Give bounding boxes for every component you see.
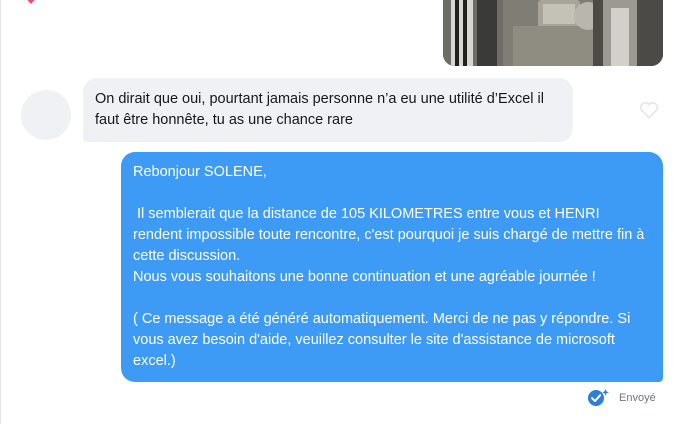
liked-heart-icon[interactable] (24, 0, 38, 4)
status-label: Envoyé (619, 392, 656, 404)
sent-check-icon (588, 388, 609, 406)
message-status: Envoyé (586, 388, 656, 408)
message-paragraph-body: Il semblerait que la distance de 105 KIL… (133, 206, 645, 285)
chat-left-border (0, 0, 1, 424)
shared-photo[interactable] (443, 0, 663, 66)
incoming-message-text: On dirait que oui, pourtant jamais perso… (95, 91, 544, 128)
heart-outline-icon[interactable] (639, 101, 659, 119)
message-paragraph-greeting: Rebonjour SOLENE, (133, 164, 267, 180)
message-paragraph-disclaimer: ( Ce message a été généré automatiquemen… (133, 311, 635, 369)
outgoing-message-bubble: Rebonjour SOLENE, Il semblerait que la d… (121, 152, 663, 382)
incoming-message-bubble: On dirait que oui, pourtant jamais perso… (83, 78, 573, 142)
contact-avatar[interactable] (21, 90, 71, 140)
